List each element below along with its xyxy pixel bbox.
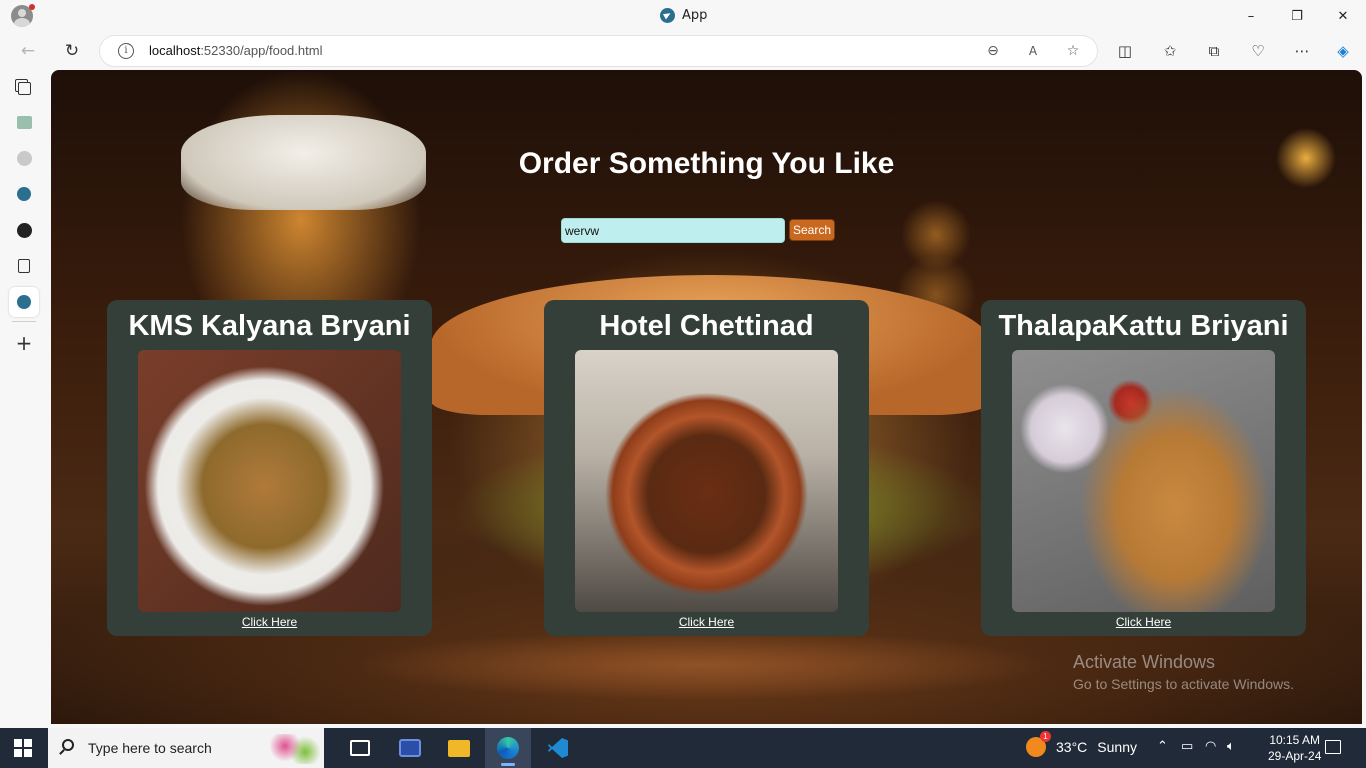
search-input[interactable] <box>561 218 785 243</box>
capture-app-button[interactable] <box>387 728 433 768</box>
edge-icon <box>497 737 519 759</box>
card-click-link[interactable]: Click Here <box>107 615 432 629</box>
vscode-icon <box>548 738 568 758</box>
watermark-title: Activate Windows <box>1073 652 1216 672</box>
sun-icon: 1 <box>1026 731 1051 757</box>
restaurant-card: KMS Kalyana Bryani Click Here <box>107 300 432 636</box>
show-hidden-icons-chevron-icon[interactable]: ⌃ <box>1157 739 1168 754</box>
more-menu-icon[interactable]: ⋯ <box>1287 37 1317 65</box>
volume-icon[interactable]: 🔈︎ <box>1227 739 1235 754</box>
github-icon[interactable] <box>9 215 39 245</box>
edge-browser-button[interactable] <box>485 728 531 768</box>
restaurant-card: Hotel Chettinad Click Here <box>544 300 869 636</box>
copilot-icon[interactable]: ◈ <box>1328 37 1358 65</box>
taskbar-search-placeholder: Type here to search <box>88 740 212 756</box>
search-button[interactable]: Search <box>789 219 835 241</box>
site-info-icon[interactable]: i <box>118 43 134 59</box>
browser-essentials-icon[interactable]: ♡ <box>1243 37 1273 65</box>
clock-time: 10:15 AM <box>1269 733 1321 747</box>
weather-temperature: 33°C <box>1056 739 1088 755</box>
collections-icon[interactable]: ⧉ <box>1199 37 1229 65</box>
system-clock[interactable]: 10:15 AM 29-Apr-24 <box>1268 732 1321 764</box>
task-view-icon <box>350 740 370 756</box>
card-food-image <box>1012 350 1275 612</box>
refresh-icon[interactable]: ↻ <box>57 37 87 65</box>
url-text[interactable]: localhost:52330/app/food.html <box>149 43 322 58</box>
address-bar[interactable]: i localhost:52330/app/food.html ⊖ A ☆ <box>100 36 1097 66</box>
minimize-button[interactable]: – <box>1228 0 1274 33</box>
weather-condition: Sunny <box>1097 739 1137 755</box>
page-viewport: Order Something You Like Search KMS Kaly… <box>51 70 1362 724</box>
capture-app-icon <box>399 739 421 757</box>
activate-windows-watermark: Activate Windows Go to Settings to activ… <box>1073 652 1294 692</box>
windows-start-icon[interactable] <box>14 739 32 757</box>
watermark-subtitle: Go to Settings to activate Windows. <box>1073 676 1294 692</box>
navigation-bar: ← ↻ i localhost:52330/app/food.html ⊖ A … <box>0 33 1366 70</box>
profile-notification-dot <box>29 4 35 10</box>
document-icon[interactable] <box>9 251 39 281</box>
search-icon <box>62 739 74 751</box>
split-screen-icon[interactable]: ◫ <box>1110 37 1140 65</box>
card-title: ThalapaKattu Briyani <box>998 310 1289 342</box>
app-favicon-icon <box>660 8 675 23</box>
read-aloud-icon[interactable]: A <box>1021 40 1045 62</box>
github-faded-icon[interactable] <box>9 143 39 173</box>
clock-date: 29-Apr-24 <box>1268 749 1322 763</box>
contact-app-icon[interactable] <box>9 107 39 137</box>
browser-sidebar: + <box>0 70 48 725</box>
weather-badge: 1 <box>1040 731 1051 742</box>
file-explorer-button[interactable] <box>436 728 482 768</box>
notification-center-icon[interactable] <box>1325 740 1341 754</box>
taskbar-search-box[interactable]: Type here to search <box>48 728 324 768</box>
taskbar: Type here to search 1 33°C Sunny ⌃ ▭ ◠ 🔈… <box>0 728 1366 768</box>
window-title: App <box>660 8 707 23</box>
weather-widget[interactable]: 1 33°C Sunny <box>1026 731 1137 757</box>
favorite-star-icon[interactable]: ☆ <box>1061 40 1085 62</box>
vscode-button[interactable] <box>535 728 581 768</box>
search-highlight-icon <box>270 734 320 764</box>
battery-icon[interactable]: ▭ <box>1181 739 1193 754</box>
background-wooden-board <box>351 630 1051 700</box>
task-view-button[interactable] <box>337 728 383 768</box>
page-title: Order Something You Like <box>518 147 895 180</box>
back-arrow-icon[interactable]: ← <box>13 37 43 65</box>
app-tab-icon[interactable] <box>9 179 39 209</box>
window-title-text: App <box>682 8 708 23</box>
restore-button[interactable]: ❐ <box>1274 0 1320 33</box>
zoom-out-icon[interactable]: ⊖ <box>981 40 1005 62</box>
active-app-tab-icon[interactable] <box>9 287 39 317</box>
close-button[interactable]: ✕ <box>1320 0 1366 33</box>
add-icon[interactable]: + <box>9 328 39 358</box>
card-click-link[interactable]: Click Here <box>981 615 1306 629</box>
wifi-icon[interactable]: ◠ <box>1205 739 1216 754</box>
favorites-icon[interactable]: ✩ <box>1155 37 1185 65</box>
folder-icon <box>448 739 470 757</box>
title-bar: App – ❐ ✕ <box>0 0 1366 33</box>
tab-actions-icon[interactable] <box>9 73 39 103</box>
sidebar-divider <box>12 321 36 322</box>
card-title: Hotel Chettinad <box>599 310 814 342</box>
card-food-image <box>575 350 838 612</box>
card-food-image <box>138 350 401 612</box>
card-click-link[interactable]: Click Here <box>544 615 869 629</box>
restaurant-card: ThalapaKattu Briyani Click Here <box>981 300 1306 636</box>
card-title: KMS Kalyana Bryani <box>128 310 411 342</box>
